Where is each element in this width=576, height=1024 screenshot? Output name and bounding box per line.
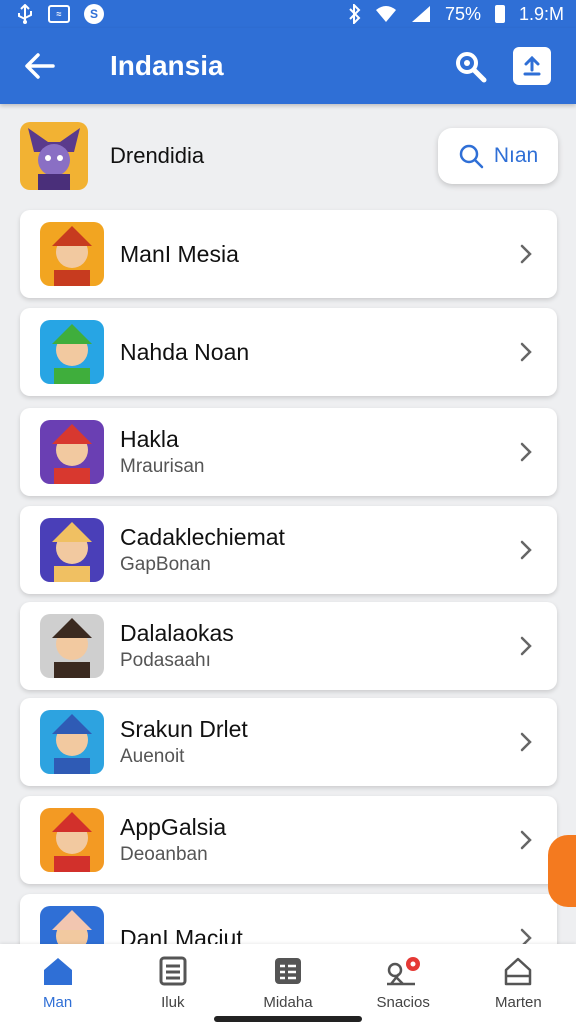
search-icon [459,144,484,169]
chevron-right-icon [515,441,537,463]
list-item-title: AppGalsia [120,813,227,840]
clock: 1.9:M [518,3,564,24]
nav-label: Marten [495,994,542,1011]
nav-item-marten[interactable]: Marten [463,944,573,1024]
home-icon [43,958,72,985]
wifi-icon [375,5,397,23]
list-item-title: Nahda Noan [120,338,250,365]
list-item-text: Dalalaokas Podasaahı [120,620,515,672]
section-title: Drendidia [110,143,205,168]
nav-item-snacios[interactable]: Snacios [348,944,458,1024]
nav-label: Man [43,994,73,1011]
search-button[interactable]: Nıan [438,128,558,184]
list-item-subtitle: GapBonan [120,554,211,576]
chevron-right-icon [515,341,537,363]
nav-label: Midaha [263,994,313,1011]
list-item-text: ManI Mesia [120,241,515,267]
game-thumbnail [40,518,104,582]
list-item-subtitle: Mraurisan [120,456,205,478]
list-item[interactable]: Hakla Mraurisan [20,408,557,496]
header-row: Drendidia Nıan [20,120,558,192]
list-item-title: Hakla [120,425,179,452]
list-item[interactable]: Cadaklechiemat GapBonan [20,506,557,594]
game-thumbnail [40,420,104,484]
bottom-navigation: Man Iluk Midaha Snacios Marten [0,944,576,1024]
game-thumbnail [40,320,104,384]
status-bar-right: 75% 1.9:M [349,4,564,25]
shazam-icon: S [84,4,104,24]
upload-button[interactable] [508,42,556,90]
chevron-right-icon [515,635,537,657]
search-button-label: Nıan [493,144,539,167]
nav-item-iluk[interactable]: Iluk [118,944,228,1024]
list-item-subtitle: Podasaahı [120,650,211,672]
list-item-title: Cadaklechiemat [120,523,285,550]
notification-box-icon: ≈ [48,5,70,23]
game-thumbnail [40,614,104,678]
game-thumbnail [40,808,104,872]
list-item-title: Dalalaokas [120,619,234,646]
upload-icon [513,47,551,85]
list-item-title: Srakun Drlet [120,715,248,742]
list-icon [159,956,187,986]
battery-percent: 75% [444,3,481,24]
list-item[interactable]: ManI Mesia [20,210,557,298]
games-icon [387,957,421,986]
list-item[interactable]: AppGalsia Deoanban [20,796,557,884]
signal-icon [411,5,431,23]
app-avatar [20,122,88,190]
back-button[interactable] [20,46,60,86]
nav-label: Iluk [161,994,185,1011]
app-bar: Indansia [0,28,576,104]
chevron-right-icon [515,539,537,561]
side-tab-handle[interactable] [548,835,576,907]
list-item-text: Srakun Drlet Auenoit [120,716,515,768]
nav-item-man[interactable]: Man [3,944,113,1024]
store-icon [505,957,532,986]
status-bar-left: ≈ S [16,4,104,24]
usb-icon [16,4,34,24]
list-item-text: AppGalsia Deoanban [120,814,515,866]
list-item-title: ManI Mesia [120,240,239,267]
chevron-right-icon [515,243,537,265]
home-indicator [214,1016,362,1022]
game-thumbnail [40,222,104,286]
chevron-right-icon [515,731,537,753]
game-thumbnail [40,710,104,774]
status-bar: ≈ S 75% 1.9:M [0,0,576,28]
bluetooth-icon [349,4,361,24]
back-arrow-icon [25,53,55,79]
list-item[interactable]: Nahda Noan [20,308,557,396]
page-title: Indansia [110,50,224,81]
chevron-right-icon [515,829,537,851]
list-item-subtitle: Auenoit [120,746,185,768]
list-item[interactable]: Srakun Drlet Auenoit [20,698,557,786]
grid-list-icon [274,958,301,984]
list-item[interactable]: Dalalaokas Podasaahı [20,602,557,690]
battery-icon [494,5,505,23]
list-item-text: Hakla Mraurisan [120,426,515,478]
nav-label: Snacios [376,994,430,1011]
nav-item-midaha[interactable]: Midaha [233,944,343,1024]
list-item-text: Cadaklechiemat GapBonan [120,524,515,576]
list-item-text: Nahda Noan [120,339,515,365]
search-settings-button[interactable] [446,42,494,90]
list-item-subtitle: Deoanban [120,844,208,866]
search-settings-icon [456,52,487,83]
